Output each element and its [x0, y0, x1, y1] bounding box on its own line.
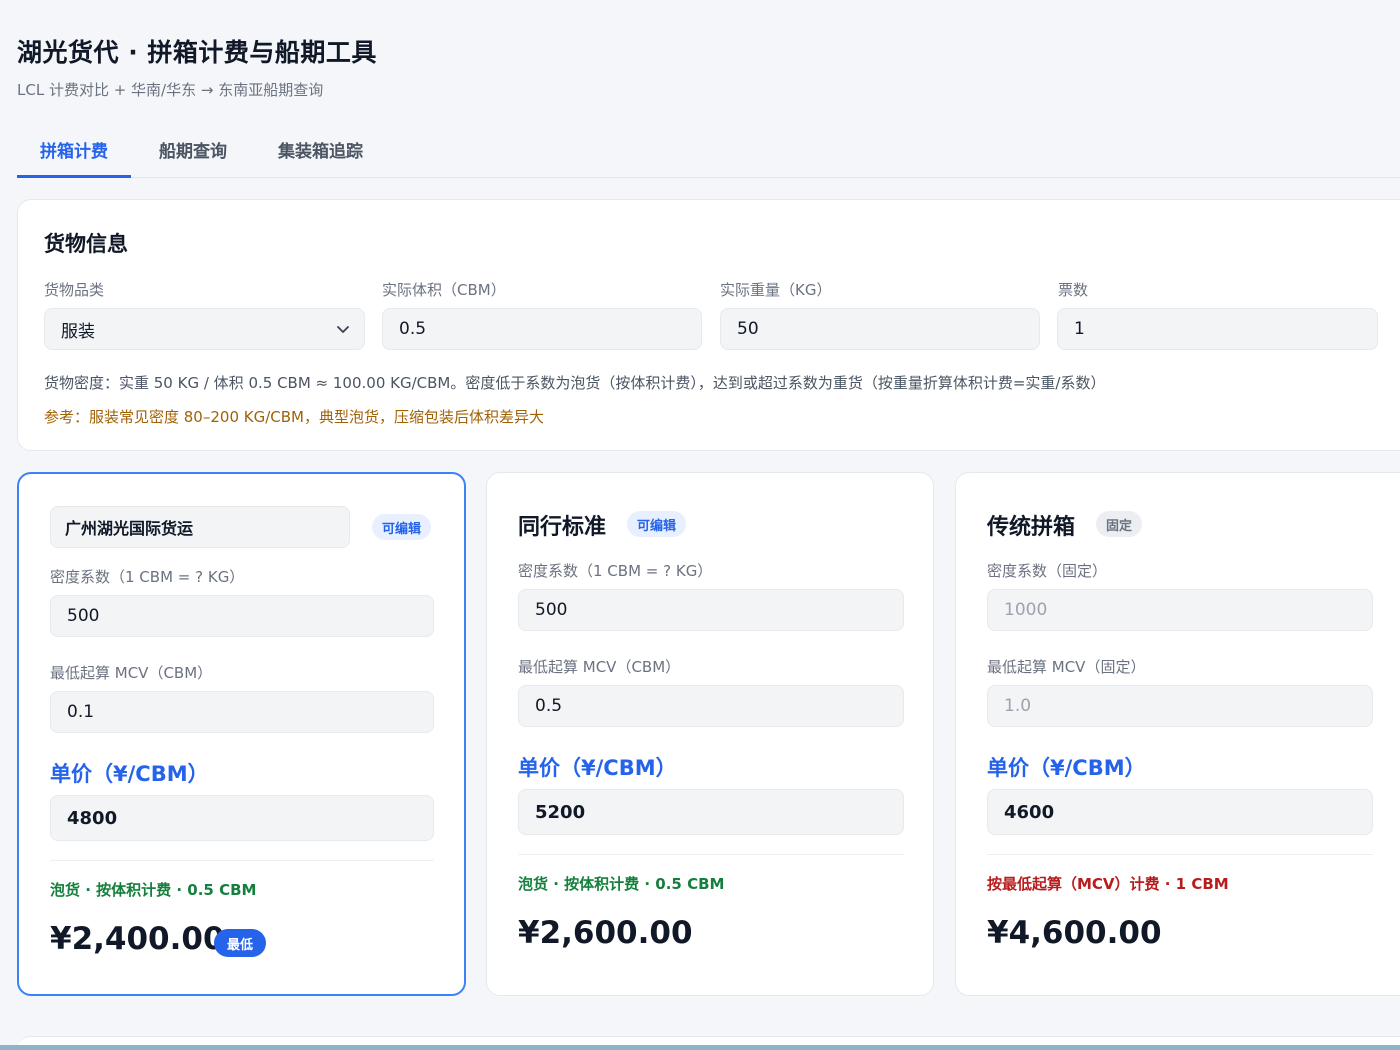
calc-method-note: 按最低起算（MCV）计费 · 1 CBM — [987, 875, 1229, 893]
tab-bar: 拼箱计费 船期查询 集装箱追踪 — [17, 120, 1400, 178]
tickets-label: 票数 — [1058, 281, 1089, 299]
density-factor-label: 密度系数（1 CBM = ? KG） — [50, 568, 245, 586]
weight-input[interactable]: 50 — [720, 308, 1040, 350]
divider — [987, 854, 1373, 855]
tab-container-tracking[interactable]: 集装箱追踪 — [255, 120, 386, 178]
editable-badge: 可编辑 — [372, 514, 432, 540]
mcv-value: 1.0 — [1004, 696, 1032, 716]
unit-price-value: 5200 — [535, 801, 586, 823]
density-factor-input: 1000 — [987, 589, 1373, 631]
calc-method-note: 泡货 · 按体积计费 · 0.5 CBM — [518, 875, 725, 893]
page-title: 湖光货代 · 拼箱计费与船期工具 — [17, 38, 377, 67]
unit-price-input[interactable]: 4600 — [987, 789, 1373, 835]
unit-price-input[interactable]: 4800 — [50, 795, 434, 841]
mcv-input[interactable]: 0.5 — [518, 685, 904, 727]
chevron-down-icon — [337, 326, 349, 333]
category-value: 服装 — [61, 321, 95, 342]
quote-name: 传统拼箱 — [987, 515, 1076, 540]
density-hint: 货物密度：实重 50 KG / 体积 0.5 CBM ≈ 100.00 KG/C… — [44, 374, 1106, 392]
unit-price-input[interactable]: 5200 — [518, 789, 904, 835]
total-price: ¥2,400.00 — [50, 921, 225, 957]
density-factor-label: 密度系数（固定） — [987, 562, 1108, 580]
divider — [518, 854, 904, 855]
editable-badge: 可编辑 — [627, 511, 687, 537]
density-factor-value: 500 — [535, 600, 568, 620]
total-price: ¥2,600.00 — [518, 915, 693, 951]
total-price: ¥4,600.00 — [987, 915, 1162, 951]
window-bottom-edge — [0, 1045, 1400, 1050]
density-reference: 参考：服装常见密度 80–200 KG/CBM，典型泡货，压缩包装后体积差异大 — [44, 408, 544, 426]
density-factor-label: 密度系数（1 CBM = ? KG） — [518, 562, 713, 580]
volume-label: 实际体积（CBM） — [382, 281, 506, 299]
tickets-input[interactable]: 1 — [1057, 308, 1378, 350]
mcv-label: 最低起算 MCV（CBM） — [518, 658, 681, 676]
cargo-info-card: 货物信息 货物品类 服装 实际体积（CBM） 0.5 实际重量（KG） 50 票… — [17, 199, 1400, 451]
quote-card-traditional[interactable]: 传统拼箱 固定 密度系数（固定） 1000 最低起算 MCV（固定） 1.0 单… — [955, 472, 1400, 996]
quote-name: 广州湖光国际货运 — [65, 519, 194, 538]
mcv-value: 0.1 — [67, 702, 95, 722]
mcv-label: 最低起算 MCV（CBM） — [50, 664, 213, 682]
weight-value: 50 — [737, 319, 759, 339]
mcv-value: 0.5 — [535, 696, 563, 716]
volume-input[interactable]: 0.5 — [382, 308, 702, 350]
weight-label: 实际重量（KG） — [720, 281, 832, 299]
mcv-input[interactable]: 0.1 — [50, 691, 434, 733]
quote-name-input[interactable]: 广州湖光国际货运 — [50, 506, 350, 548]
tab-lcl-pricing[interactable]: 拼箱计费 — [17, 120, 131, 178]
volume-value: 0.5 — [399, 319, 427, 339]
density-factor-input[interactable]: 500 — [518, 589, 904, 631]
quote-name: 同行标准 — [518, 515, 607, 540]
tickets-value: 1 — [1074, 319, 1085, 339]
divider — [50, 860, 434, 861]
category-label: 货物品类 — [44, 281, 105, 299]
unit-price-label: 单价（¥/CBM） — [50, 762, 209, 786]
tab-schedule[interactable]: 船期查询 — [131, 120, 255, 178]
calc-method-note: 泡货 · 按体积计费 · 0.5 CBM — [50, 881, 257, 899]
lowest-badge: 最低 — [214, 929, 267, 957]
unit-price-value: 4600 — [1004, 801, 1055, 823]
quote-card-peer-standard[interactable]: 同行标准 可编辑 密度系数（1 CBM = ? KG） 500 最低起算 MCV… — [486, 472, 934, 996]
mcv-input: 1.0 — [987, 685, 1373, 727]
fixed-badge: 固定 — [1096, 511, 1143, 537]
cargo-section-title: 货物信息 — [44, 232, 128, 256]
mcv-label: 最低起算 MCV（固定） — [987, 658, 1146, 676]
density-factor-value: 500 — [67, 606, 100, 626]
density-factor-input[interactable]: 500 — [50, 595, 434, 637]
app-page: 湖光货代 · 拼箱计费与船期工具 LCL 计费对比 + 华南/华东 → 东南亚船… — [0, 0, 1400, 1050]
density-factor-value: 1000 — [1004, 600, 1048, 620]
quote-card-huguang[interactable]: 广州湖光国际货运 可编辑 密度系数（1 CBM = ? KG） 500 最低起算… — [17, 472, 466, 996]
category-select[interactable]: 服装 — [44, 308, 365, 350]
page-subtitle: LCL 计费对比 + 华南/华东 → 东南亚船期查询 — [17, 81, 324, 99]
unit-price-label: 单价（¥/CBM） — [987, 756, 1146, 780]
unit-price-value: 4800 — [67, 807, 118, 829]
unit-price-label: 单价（¥/CBM） — [518, 756, 677, 780]
